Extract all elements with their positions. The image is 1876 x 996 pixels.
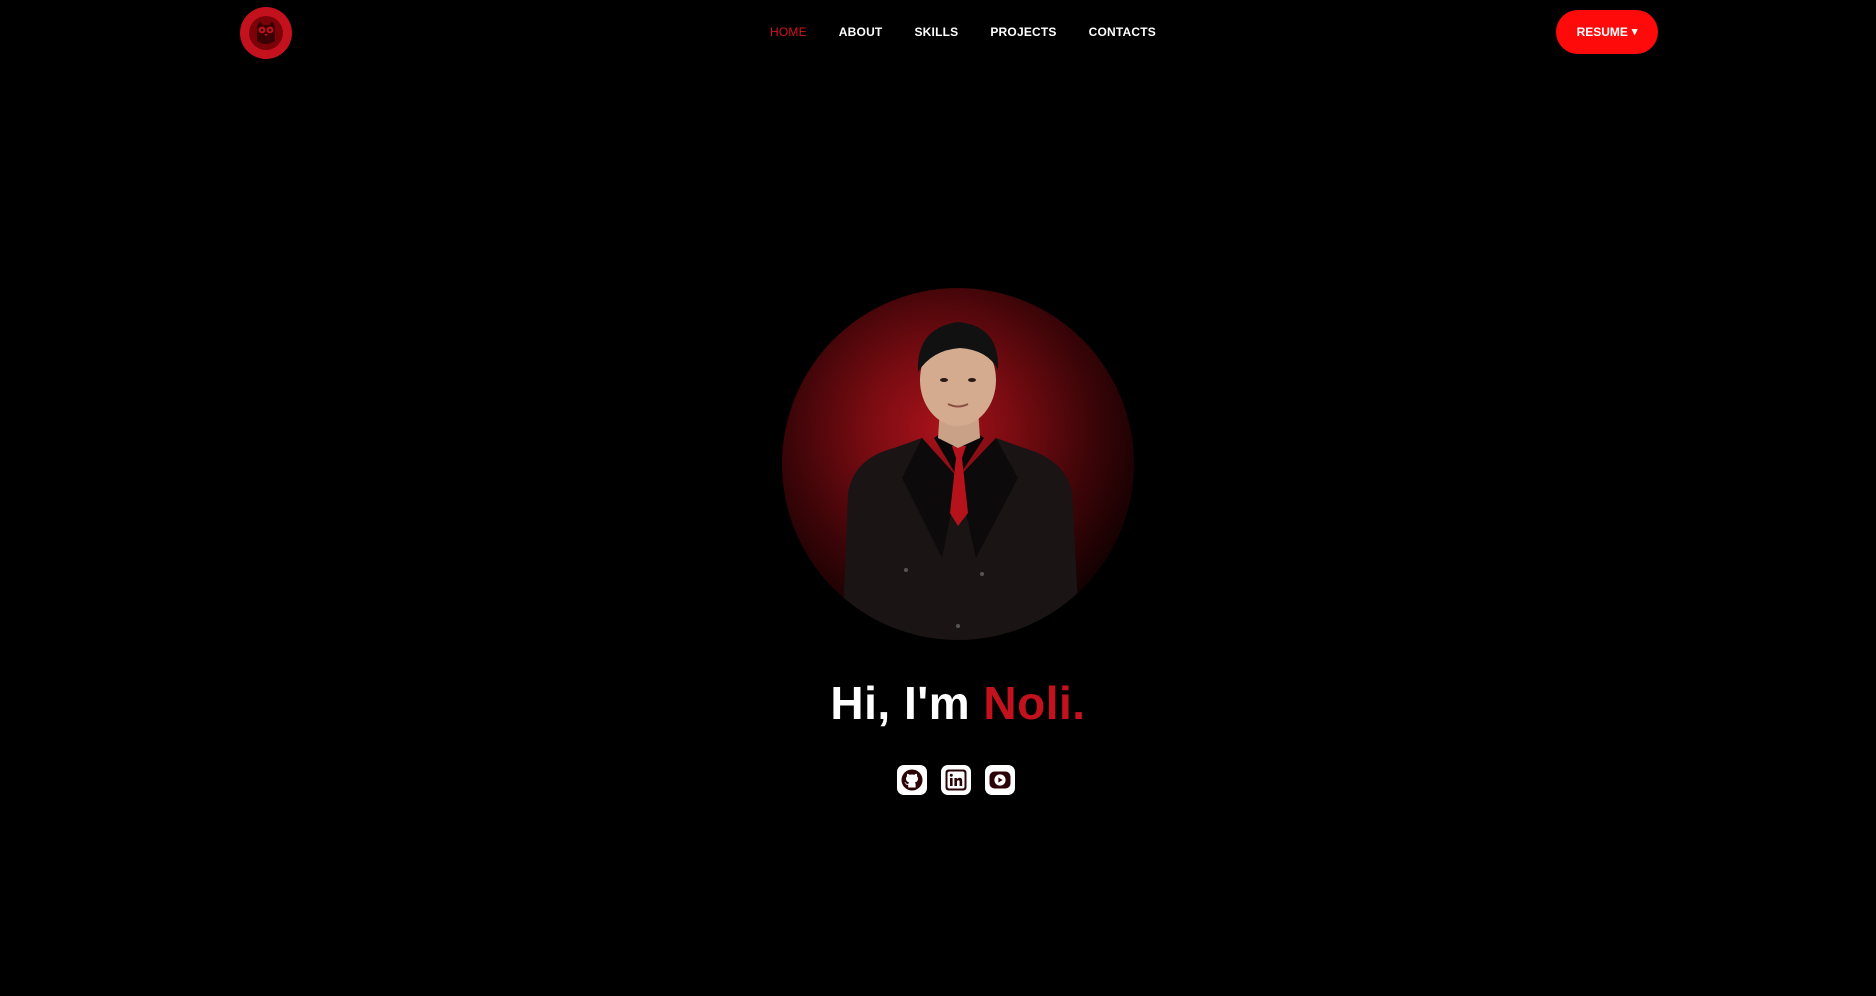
nav-projects[interactable]: PROJECTS — [990, 25, 1056, 39]
page: HOME ABOUT SKILLS PROJECTS CONTACTS RESU… — [0, 0, 1876, 996]
caret-down-icon: ▾ — [1631, 25, 1638, 38]
header: HOME ABOUT SKILLS PROJECTS CONTACTS RESU… — [0, 0, 1876, 64]
youtube-icon — [989, 771, 1011, 789]
owl-icon — [249, 16, 283, 50]
github-link[interactable] — [897, 765, 927, 795]
nav-about[interactable]: ABOUT — [839, 25, 883, 39]
linkedin-link[interactable] — [941, 765, 971, 795]
resume-label: RESUME — [1576, 25, 1628, 39]
nav-skills[interactable]: SKILLS — [914, 25, 958, 39]
resume-button[interactable]: RESUME ▾ — [1556, 10, 1658, 54]
github-icon — [901, 769, 923, 791]
hero-name: Noli. — [983, 677, 1086, 729]
nav-home[interactable]: HOME — [770, 25, 807, 39]
profile-photo — [782, 288, 1134, 640]
social-links — [897, 765, 1015, 795]
hero-heading: Hi, I'm Noli. — [0, 676, 1876, 730]
hero-greeting: Hi, I'm — [830, 677, 984, 729]
profile-photo-illustration — [842, 322, 1080, 640]
owl-logo-icon[interactable] — [240, 7, 292, 59]
linkedin-icon — [945, 769, 967, 791]
youtube-link[interactable] — [985, 765, 1015, 795]
nav-contacts[interactable]: CONTACTS — [1089, 25, 1156, 39]
